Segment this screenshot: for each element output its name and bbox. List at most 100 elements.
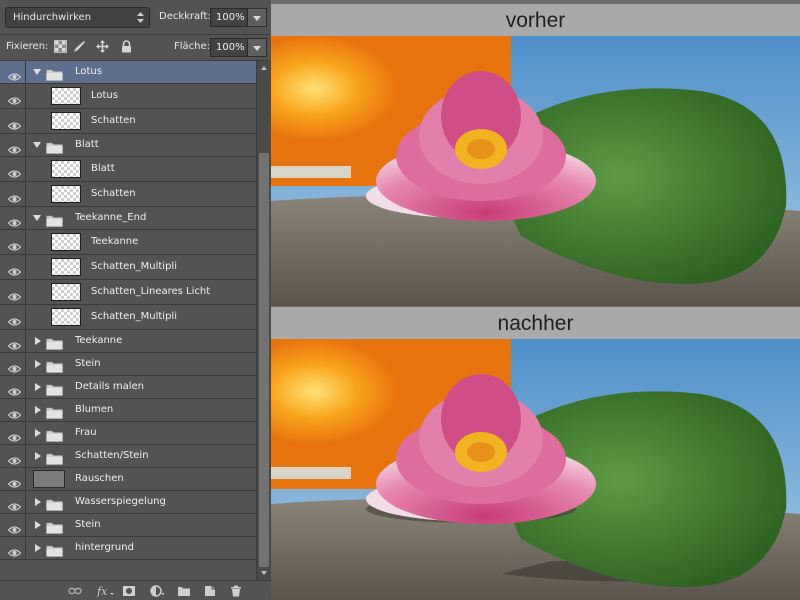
delete-layer-icon[interactable]	[229, 585, 243, 597]
collapse-arrow-icon[interactable]	[33, 215, 41, 221]
expand-arrow-icon[interactable]	[35, 521, 41, 529]
visibility-toggle[interactable]	[0, 330, 26, 352]
visibility-toggle[interactable]	[0, 255, 26, 279]
eye-icon[interactable]	[7, 474, 22, 488]
fx-icon[interactable]: fx	[96, 585, 114, 597]
layer-list-scrollbar[interactable]	[256, 61, 271, 580]
fill-dropdown-button[interactable]	[248, 38, 267, 57]
layer-group-row[interactable]: Details malen	[0, 376, 256, 399]
layer-group-row[interactable]: Stein	[0, 514, 256, 537]
visibility-toggle[interactable]	[0, 230, 26, 254]
layer-group-row[interactable]: hintergrund	[0, 537, 256, 560]
visibility-toggle[interactable]	[0, 280, 26, 304]
layer-row[interactable]: Lotus	[0, 84, 256, 109]
layer-group-row[interactable]: Blatt	[0, 134, 256, 157]
eye-icon[interactable]	[7, 262, 22, 276]
eye-icon[interactable]	[7, 237, 22, 251]
expand-arrow-icon[interactable]	[35, 406, 41, 414]
layer-group-row[interactable]: Schatten/Stein	[0, 445, 256, 468]
visibility-toggle[interactable]	[0, 84, 26, 108]
eye-icon[interactable]	[7, 312, 22, 326]
visibility-toggle[interactable]	[0, 514, 26, 536]
layer-row[interactable]: Schatten	[0, 182, 256, 207]
link-layers-icon[interactable]	[68, 585, 82, 597]
layer-row[interactable]: Teekanne	[0, 230, 256, 255]
lock-all-icon[interactable]	[120, 40, 133, 53]
eye-icon[interactable]	[7, 543, 22, 557]
layer-group-row[interactable]: Lotus	[0, 61, 256, 84]
layer-thumbnail	[51, 233, 81, 251]
eye-icon[interactable]	[7, 116, 22, 130]
eye-icon[interactable]	[7, 520, 22, 534]
layer-row[interactable]: Rauschen	[0, 468, 256, 491]
opacity-dropdown-button[interactable]	[248, 8, 267, 27]
new-group-icon[interactable]	[177, 585, 191, 597]
layer-group-row[interactable]: Teekanne	[0, 330, 256, 353]
visibility-toggle[interactable]	[0, 422, 26, 444]
layer-group-row[interactable]: Wasserspiegelung	[0, 491, 256, 514]
eye-icon[interactable]	[7, 497, 22, 511]
eye-icon[interactable]	[7, 91, 22, 105]
lock-pixels-icon[interactable]	[73, 40, 86, 53]
collapse-arrow-icon[interactable]	[33, 142, 41, 148]
visibility-toggle[interactable]	[0, 61, 26, 83]
layer-name: Lotus	[91, 90, 118, 101]
adjustment-layer-icon[interactable]	[150, 585, 164, 597]
visibility-toggle[interactable]	[0, 353, 26, 375]
scroll-down-icon[interactable]	[261, 571, 267, 575]
visibility-toggle[interactable]	[0, 157, 26, 181]
expand-arrow-icon[interactable]	[35, 337, 41, 345]
eye-icon[interactable]	[7, 336, 22, 350]
opacity-input[interactable]: 100%	[210, 8, 248, 27]
layer-row[interactable]: Schatten_Multipli	[0, 255, 256, 280]
layer-row[interactable]: Schatten	[0, 109, 256, 134]
layer-group-row[interactable]: Blumen	[0, 399, 256, 422]
blend-mode-select[interactable]: Hindurchwirken	[5, 7, 150, 28]
fill-input[interactable]: 100%	[210, 38, 248, 57]
visibility-toggle[interactable]	[0, 134, 26, 156]
lock-position-icon[interactable]	[96, 40, 109, 53]
visibility-toggle[interactable]	[0, 491, 26, 513]
expand-arrow-icon[interactable]	[35, 429, 41, 437]
eye-icon[interactable]	[7, 359, 22, 373]
eye-icon[interactable]	[7, 428, 22, 442]
new-layer-icon[interactable]	[203, 585, 217, 597]
layer-name: Stein	[75, 519, 101, 530]
visibility-toggle[interactable]	[0, 376, 26, 398]
eye-icon[interactable]	[7, 382, 22, 396]
visibility-toggle[interactable]	[0, 109, 26, 133]
layer-group-row[interactable]: Teekanne_End	[0, 207, 256, 230]
add-mask-icon[interactable]	[122, 585, 136, 597]
expand-arrow-icon[interactable]	[35, 498, 41, 506]
eye-icon[interactable]	[7, 164, 22, 178]
eye-icon[interactable]	[7, 451, 22, 465]
lock-transparency-icon[interactable]	[54, 40, 67, 53]
eye-icon[interactable]	[7, 287, 22, 301]
visibility-toggle[interactable]	[0, 207, 26, 229]
visibility-toggle[interactable]	[0, 468, 26, 490]
expand-arrow-icon[interactable]	[35, 544, 41, 552]
visibility-toggle[interactable]	[0, 182, 26, 206]
scrollbar-thumb[interactable]	[259, 153, 269, 567]
eye-icon[interactable]	[7, 67, 22, 81]
eye-icon[interactable]	[7, 189, 22, 203]
expand-arrow-icon[interactable]	[35, 360, 41, 368]
layer-row[interactable]: Schatten_Lineares Licht	[0, 280, 256, 305]
folder-icon	[46, 404, 63, 419]
layer-group-row[interactable]: Stein	[0, 353, 256, 376]
collapse-arrow-icon[interactable]	[33, 69, 41, 75]
lock-label: Fixieren:	[6, 41, 49, 52]
eye-icon[interactable]	[7, 213, 22, 227]
layer-row[interactable]: Schatten_Multipli	[0, 305, 256, 330]
visibility-toggle[interactable]	[0, 445, 26, 467]
visibility-toggle[interactable]	[0, 537, 26, 559]
expand-arrow-icon[interactable]	[35, 383, 41, 391]
expand-arrow-icon[interactable]	[35, 452, 41, 460]
visibility-toggle[interactable]	[0, 399, 26, 421]
scroll-up-icon[interactable]	[261, 66, 267, 70]
eye-icon[interactable]	[7, 405, 22, 419]
layer-group-row[interactable]: Frau	[0, 422, 256, 445]
visibility-toggle[interactable]	[0, 305, 26, 329]
layer-row[interactable]: Blatt	[0, 157, 256, 182]
eye-icon[interactable]	[7, 140, 22, 154]
